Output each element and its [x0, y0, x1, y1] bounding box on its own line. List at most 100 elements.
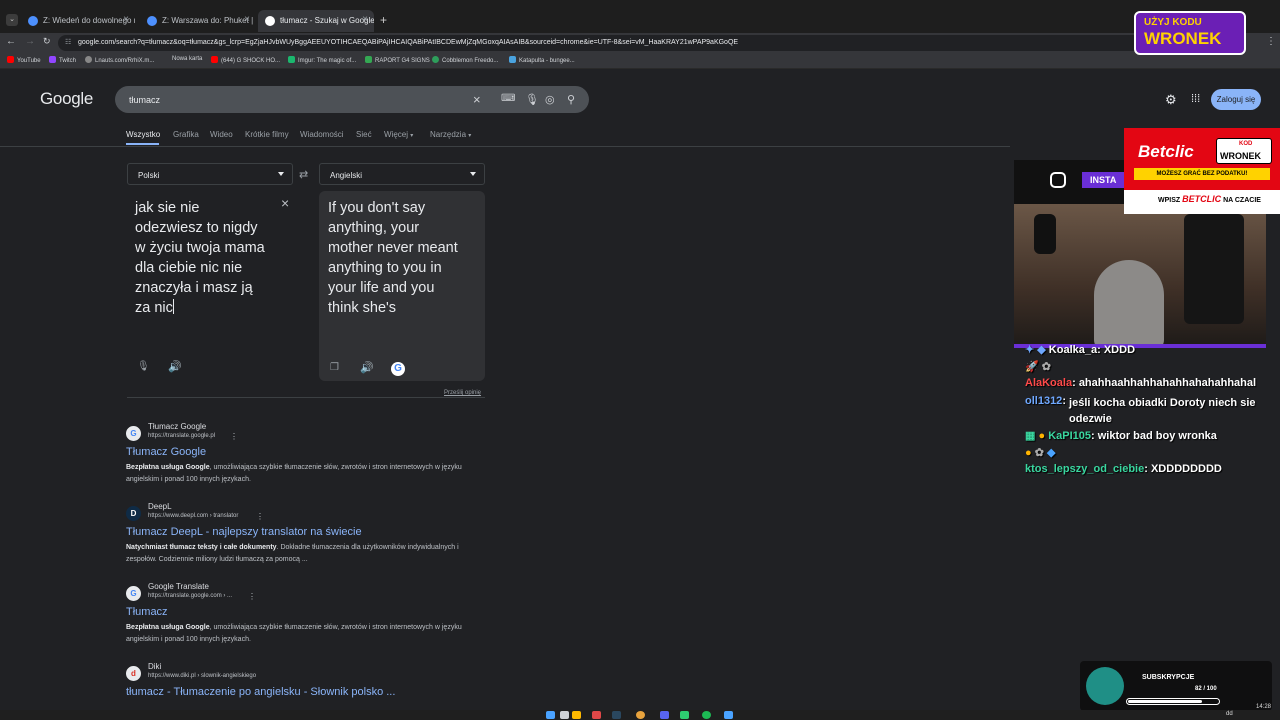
target-language-select[interactable]: Angielski	[319, 163, 485, 185]
tab-wiadomosci[interactable]: Wiadomości	[300, 130, 344, 139]
bookmark-label: Cobblemon Freedo...	[442, 58, 499, 64]
bookmark-label: (644) G SHOCK HO...	[221, 58, 281, 64]
google-logo[interactable]: Google	[40, 89, 93, 109]
more-options-icon[interactable]: ⋮	[230, 432, 238, 441]
spotify-icon[interactable]	[702, 711, 711, 719]
discord-icon[interactable]	[660, 711, 669, 719]
steam-icon[interactable]	[612, 711, 621, 719]
subs-label: SUBSKRYPCJE	[1142, 674, 1195, 681]
tab-siec[interactable]: Sieć	[356, 130, 372, 139]
bookmark-label: Lnauts.com/RrhiX.m...	[95, 58, 155, 64]
bookmark-imgur[interactable]: Imgur: The magic of...	[288, 56, 356, 64]
tab-wideo[interactable]: Wideo	[210, 130, 233, 139]
tab-krotkie-filmy[interactable]: Krótkie filmy	[245, 130, 289, 139]
search-box[interactable]: tłumacz × ⌨ 🎙 ◎ ⚲	[115, 86, 589, 113]
new-tab-icon[interactable]: +	[380, 13, 387, 27]
bookmark-nowa-karta[interactable]: Nowa karta	[172, 56, 202, 62]
app-icon[interactable]	[592, 711, 601, 719]
more-options-icon[interactable]: ⋮	[248, 592, 256, 601]
chrome-icon[interactable]	[636, 711, 645, 719]
translate-favicon-icon: G	[126, 426, 141, 441]
divider	[0, 146, 1010, 147]
footer-code: BETCLIC	[1182, 194, 1222, 204]
tab-strip: ⌄ Z: Wiedeń do dowolnego miej... × Z: Wa…	[0, 0, 1280, 33]
start-icon[interactable]	[546, 711, 555, 719]
tab-grafika[interactable]: Grafika	[173, 130, 199, 139]
forward-icon[interactable]: →	[25, 36, 35, 47]
google-g-icon[interactable]: G	[391, 362, 405, 376]
close-icon[interactable]: ×	[244, 14, 250, 25]
more-options-icon[interactable]: ⋮	[256, 512, 264, 521]
webcam-scene	[1014, 204, 1266, 348]
close-icon[interactable]: ×	[362, 14, 368, 25]
close-icon[interactable]: ×	[123, 14, 129, 25]
bookmark-katapulta[interactable]: Katapulta - bungee...	[509, 56, 575, 64]
menu-icon[interactable]: ⋮	[1266, 36, 1276, 47]
snippet-bold: Natychmiast tłumacz teksty i całe dokume…	[126, 544, 277, 551]
tab-google-search[interactable]: tłumacz - Szukaj w Google ×	[258, 10, 374, 32]
apps-grid-icon[interactable]: ⁞⁞⁞	[1191, 93, 1200, 105]
result-site-name[interactable]: DeepL	[148, 502, 172, 511]
url-field[interactable]: ☷ google.com/search?q=tłumacz&oq=tłumacz…	[58, 35, 1238, 51]
result-site-name[interactable]: Tłumacz Google	[148, 422, 206, 431]
result-site-name[interactable]: Google Translate	[148, 582, 209, 591]
result-title-link[interactable]: Tłumacz DeepL - najlepszy translator na …	[126, 526, 362, 538]
tab-title: Z: Warszawa do: Phuket | Loty ...	[162, 16, 256, 25]
coin-icon: ●	[1038, 430, 1046, 442]
target-speaker-icon[interactable]: 🔊	[360, 361, 374, 374]
app-icon[interactable]	[680, 711, 689, 719]
result-url[interactable]: https://translate.google.pl	[148, 433, 215, 439]
tab-narzedzia[interactable]: Narzędzia ▾	[430, 130, 471, 139]
source-mic-icon[interactable]: 🎙	[137, 361, 150, 372]
mic-icon[interactable]: 🎙	[525, 93, 539, 106]
site-info-icon[interactable]: ☷	[65, 38, 71, 46]
search-input[interactable]: tłumacz	[129, 95, 160, 105]
result-title-link[interactable]: Tłumacz	[126, 606, 168, 618]
bookmark-cobblemon[interactable]: Cobblemon Freedo...	[432, 56, 498, 64]
bookmark-youtube[interactable]: YouTube	[7, 56, 41, 64]
folder-icon[interactable]	[572, 711, 581, 719]
result-site-name[interactable]: Diki	[148, 662, 161, 671]
source-speaker-icon[interactable]: 🔊	[168, 360, 182, 373]
tab-wiecej[interactable]: Więcej ▾	[384, 130, 413, 139]
tab-search-icon[interactable]: ⌄	[6, 14, 18, 26]
clear-text-icon[interactable]: ×	[281, 195, 289, 211]
search-icon[interactable]: ⚲	[567, 93, 575, 106]
tab-warszawa[interactable]: Z: Warszawa do: Phuket | Loty ... ×	[140, 10, 256, 32]
back-icon[interactable]: ←	[6, 36, 16, 47]
source-text[interactable]: jak sie nie odezwiesz to nigdy w życiu t…	[135, 198, 283, 318]
code-value: WRONEK	[1220, 151, 1261, 161]
lens-icon[interactable]: ◎	[545, 93, 555, 106]
app-icon[interactable]	[724, 711, 733, 719]
bookmark-lnauts[interactable]: Lnauts.com/RrhiX.m...	[85, 56, 154, 64]
tab-wszystko[interactable]: Wszystko	[126, 130, 160, 139]
swap-languages-icon[interactable]: ⇄	[299, 168, 308, 181]
chat-message: ktos_lepszy_od_ciebie: XDDDDDDDD	[1025, 463, 1222, 475]
result-url[interactable]: https://www.diki.pl › slownik-angielskie…	[148, 673, 256, 679]
result-title-link[interactable]: Tłumacz Google	[126, 446, 206, 458]
katapulta-icon	[509, 56, 516, 63]
reload-icon[interactable]: ↻	[43, 36, 51, 47]
bookmark-raport[interactable]: RAPORT G4 SIGNS	[365, 56, 430, 64]
source-language-select[interactable]: Polski	[127, 163, 293, 185]
result-url[interactable]: https://www.deepl.com › translator	[148, 513, 238, 519]
betclic-tagline: MOŻESZ GRAĆ BEZ PODATKU!	[1134, 168, 1270, 180]
bookmark-twitch[interactable]: Twitch	[49, 56, 76, 64]
divider	[127, 397, 485, 398]
subs-progress-track	[1126, 698, 1220, 705]
feedback-link[interactable]: Prześlij opinię	[444, 390, 481, 396]
clear-icon[interactable]: ×	[473, 92, 481, 107]
chat-message: ▦ ● KaPI105: wiktor bad boy wronka	[1025, 430, 1217, 442]
coin-icon: ●	[1025, 447, 1032, 459]
tab-wieden[interactable]: Z: Wiedeń do dowolnego miej... ×	[21, 10, 135, 32]
bookmark-gshock[interactable]: (644) G SHOCK HO...	[211, 56, 280, 64]
login-button[interactable]: Zaloguj się	[1211, 89, 1261, 110]
copy-icon[interactable]: ❐	[330, 362, 339, 373]
source-language-label: Polski	[138, 171, 160, 180]
settings-gear-icon[interactable]: ⚙	[1165, 92, 1177, 108]
result-url[interactable]: https://translate.google.com › ...	[148, 593, 232, 599]
tab-favicon-icon	[28, 16, 38, 26]
search-icon[interactable]	[560, 711, 569, 719]
keyboard-icon[interactable]: ⌨	[501, 93, 515, 104]
result-title-link[interactable]: tłumacz - Tłumaczenie po angielsku - Sło…	[126, 686, 395, 698]
